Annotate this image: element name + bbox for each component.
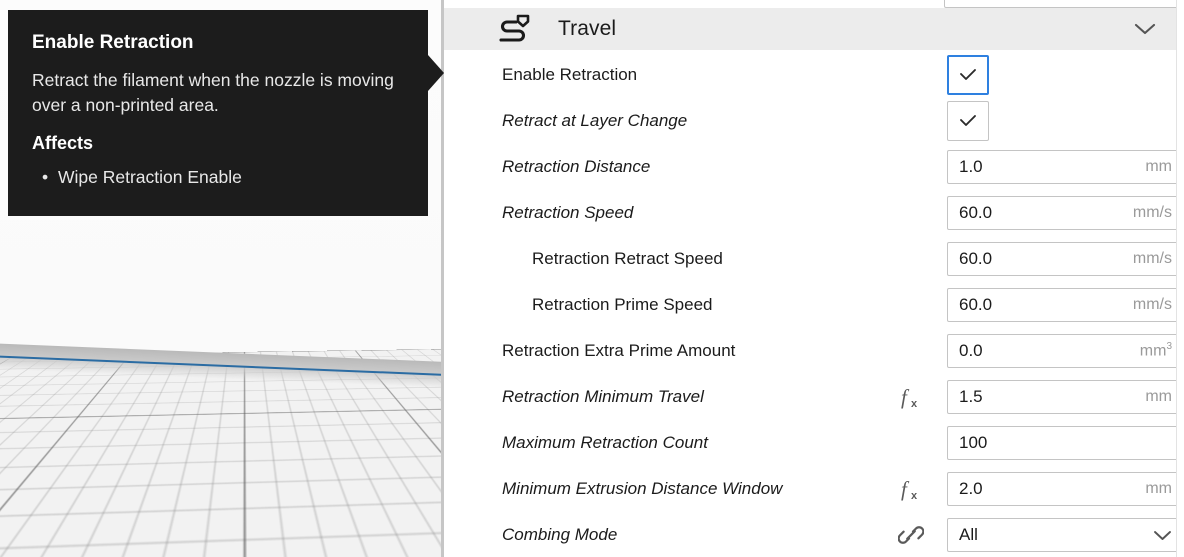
- svg-text:x: x: [911, 398, 918, 410]
- setting-label: Retract at Layer Change: [502, 111, 687, 131]
- setting-label: Retraction Minimum Travel: [502, 387, 704, 407]
- setting-row: Retraction Distance 1.0 mm: [444, 144, 1184, 190]
- setting-row: Retraction Extra Prime Amount 0.0 mm3: [444, 328, 1184, 374]
- setting-label: Retraction Distance: [502, 157, 650, 177]
- setting-row: Retraction Prime Speed 60.0 mm/s: [444, 282, 1184, 328]
- link-chain-icon[interactable]: [896, 520, 926, 550]
- setting-checkbox[interactable]: [947, 101, 989, 141]
- formula-fx-icon[interactable]: fx: [896, 474, 926, 504]
- setting-label: Maximum Retraction Count: [502, 433, 708, 453]
- setting-value: 1.5: [959, 387, 1145, 407]
- setting-value: 60.0: [959, 295, 1133, 315]
- setting-unit: mm: [1145, 480, 1172, 498]
- tooltip-arrow: [428, 55, 444, 91]
- tooltip-affects-heading: Affects: [32, 133, 404, 154]
- setting-row: Combing Mode All: [444, 512, 1184, 557]
- app-window: Travel Enable Retraction Retract at Layer…: [0, 0, 1184, 557]
- formula-fx-icon[interactable]: fx: [896, 382, 926, 412]
- setting-row: Retraction Speed 60.0 mm/s: [444, 190, 1184, 236]
- setting-value: 1.0: [959, 157, 1145, 177]
- chevron-down-icon[interactable]: [1153, 529, 1172, 541]
- tooltip-description: Retract the filament when the nozzle is …: [32, 68, 404, 119]
- setting-unit: mm/s: [1133, 204, 1172, 222]
- tooltip-affects-item: Wipe Retraction Enable: [32, 164, 404, 190]
- scrollbar-track[interactable]: [1176, 0, 1184, 557]
- setting-input[interactable]: 1.0 mm: [947, 150, 1183, 184]
- svg-text:f: f: [901, 477, 910, 501]
- setting-value: 60.0: [959, 203, 1133, 223]
- setting-label: Enable Retraction: [502, 65, 637, 85]
- setting-value: 100: [959, 433, 1172, 453]
- setting-input[interactable]: 60.0 mm/s: [947, 196, 1183, 230]
- setting-label: Minimum Extrusion Distance Window: [502, 479, 782, 499]
- setting-row: Retract at Layer Change: [444, 98, 1184, 144]
- setting-input[interactable]: 100: [947, 426, 1183, 460]
- setting-select[interactable]: All: [947, 518, 1183, 552]
- setting-row: Enable Retraction: [444, 52, 1184, 98]
- chevron-down-icon[interactable]: [1134, 22, 1156, 36]
- setting-value: 60.0: [959, 249, 1133, 269]
- setting-unit: mm/s: [1133, 250, 1172, 268]
- setting-value: 2.0: [959, 479, 1145, 499]
- setting-tooltip: Enable Retraction Retract the filament w…: [8, 10, 428, 216]
- setting-row: Maximum Retraction Count 100: [444, 420, 1184, 466]
- setting-label: Retraction Speed: [502, 203, 633, 223]
- setting-input[interactable]: 60.0 mm/s: [947, 288, 1183, 322]
- setting-input[interactable]: 60.0 mm/s: [947, 242, 1183, 276]
- travel-path-icon: [492, 8, 536, 50]
- setting-input[interactable]: 1.5 mm: [947, 380, 1183, 414]
- svg-text:f: f: [901, 385, 910, 409]
- setting-unit: mm: [1145, 388, 1172, 406]
- setting-value: All: [959, 525, 1147, 545]
- setting-label: Retraction Prime Speed: [532, 295, 712, 315]
- section-title: Travel: [558, 17, 616, 41]
- setting-input[interactable]: 0.0 mm3: [947, 334, 1183, 368]
- setting-value: 0.0: [959, 341, 1140, 361]
- setting-label: Retraction Retract Speed: [532, 249, 723, 269]
- tooltip-affects-list: Wipe Retraction Enable: [32, 164, 404, 190]
- setting-label: Combing Mode: [502, 525, 617, 545]
- setting-row: Retraction Minimum Travel f x 1.5 mm: [444, 374, 1184, 420]
- svg-text:x: x: [911, 490, 918, 502]
- setting-row: Retraction Retract Speed 60.0 mm/s: [444, 236, 1184, 282]
- setting-input[interactable]: 2.0 mm: [947, 472, 1183, 506]
- setting-row: Minimum Extrusion Distance Window f x 2.0 mm: [444, 466, 1184, 512]
- setting-unit: mm3: [1140, 341, 1172, 360]
- setting-unit: mm: [1145, 158, 1172, 176]
- setting-checkbox[interactable]: [947, 55, 989, 95]
- setting-unit: mm/s: [1133, 296, 1172, 314]
- section-header-travel[interactable]: Travel: [444, 8, 1184, 50]
- partial-field-above[interactable]: [944, 0, 1180, 8]
- tooltip-title: Enable Retraction: [32, 32, 404, 54]
- settings-panel: Travel Enable Retraction Retract at Layer…: [444, 0, 1184, 557]
- setting-label: Retraction Extra Prime Amount: [502, 341, 735, 361]
